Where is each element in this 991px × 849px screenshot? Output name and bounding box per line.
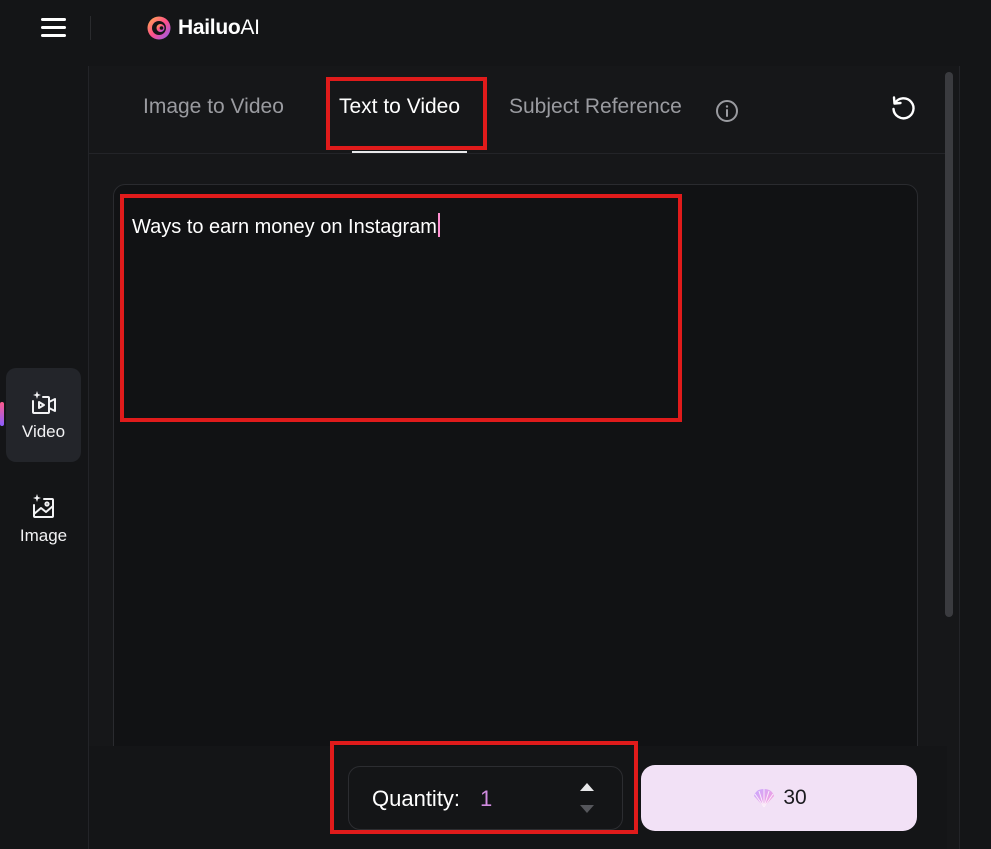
sidebar-item-label: Image <box>19 526 68 545</box>
shell-credit-icon <box>754 789 775 808</box>
quantity-label: Quantity: <box>372 786 461 811</box>
quantity-stepper[interactable]: Quantity: 1 <box>348 766 623 830</box>
tab-image-to-video[interactable]: Image to Video <box>143 95 284 119</box>
hailuo-logo-icon <box>147 16 171 40</box>
quantity-value: 1 <box>480 786 493 811</box>
stepper-down-icon[interactable] <box>578 803 596 815</box>
generate-button[interactable]: 30 <box>641 765 917 831</box>
scrollbar[interactable] <box>945 72 953 617</box>
sidebar: Video Image <box>0 66 88 849</box>
info-icon[interactable] <box>715 99 739 123</box>
logo[interactable]: HailuoAI <box>146 13 260 43</box>
mode-tabs: Image to Video Text to Video Subject Ref… <box>89 66 949 154</box>
generate-cost: 30 <box>783 786 807 809</box>
active-indicator <box>0 402 4 426</box>
top-bar: HailuoAI <box>0 0 991 58</box>
video-sparkle-icon <box>31 391 56 414</box>
hamburger-menu-icon[interactable] <box>41 18 67 38</box>
active-tab-underline <box>352 151 467 153</box>
stepper-up-icon[interactable] <box>578 781 596 793</box>
sidebar-item-label: Video <box>21 422 66 441</box>
sidebar-item-video[interactable]: Video <box>6 368 81 462</box>
top-divider <box>90 16 91 40</box>
text-caret <box>437 213 440 237</box>
tab-text-to-video[interactable]: Text to Video <box>339 95 460 119</box>
sidebar-item-image[interactable]: Image <box>6 472 81 566</box>
image-sparkle-icon <box>32 494 54 518</box>
prompt-text: Ways to earn money on Instagram <box>132 213 440 239</box>
refresh-icon[interactable] <box>889 94 917 122</box>
main-panel: Image to Video Text to Video Subject Ref… <box>88 66 960 849</box>
brand-name: HailuoAI <box>178 16 260 39</box>
tab-subject-reference[interactable]: Subject Reference <box>509 95 682 119</box>
prompt-textarea[interactable]: Ways to earn money on Instagram <box>113 184 918 784</box>
